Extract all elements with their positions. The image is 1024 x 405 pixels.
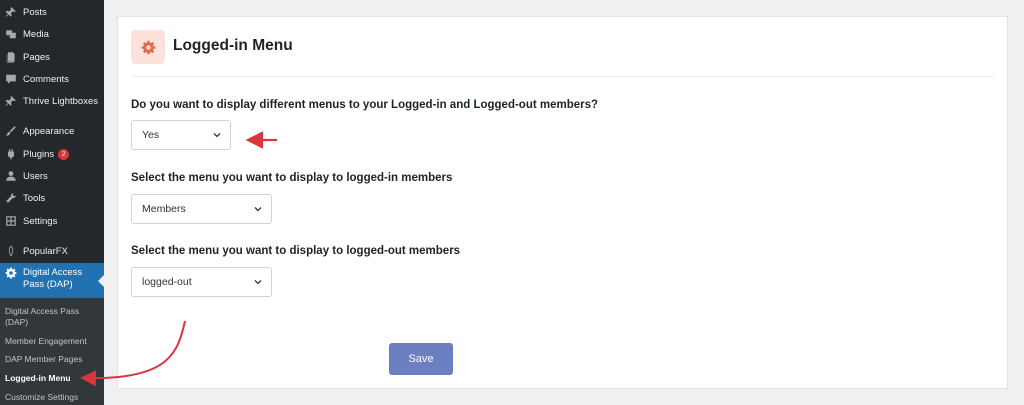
sidebar-item-users[interactable]: Users [0, 165, 104, 187]
question-logged-in-menu: Select the menu you want to display to l… [131, 172, 453, 184]
submenu-item-logged-in-menu[interactable]: Logged-in Menu [5, 373, 101, 384]
sidebar-item-posts[interactable]: Posts [0, 1, 104, 23]
gear-icon [141, 40, 156, 55]
pages-icon [5, 51, 17, 63]
active-indicator [98, 275, 104, 287]
sidebar-item-label: Comments [23, 73, 69, 85]
sidebar-item-label: Media [23, 28, 49, 40]
different-menus-select[interactable]: Yes [131, 120, 231, 150]
brush-icon [5, 125, 17, 137]
sidebar-item-label: Settings [23, 215, 58, 227]
settings-icon [5, 215, 17, 227]
sidebar-item-comments[interactable]: Comments [0, 68, 104, 90]
sidebar-item-label: Appearance [23, 125, 75, 137]
page-title: Logged-in Menu [173, 37, 293, 54]
sidebar-item-pages[interactable]: Pages [0, 46, 104, 68]
chevron-down-icon [254, 280, 262, 285]
sidebar-item-tools[interactable]: Tools [0, 187, 104, 209]
sidebar-item-popularfx[interactable]: PopularFX [0, 240, 104, 262]
header-icon-box [131, 30, 165, 64]
sidebar-item-thrive-lightboxes[interactable]: Thrive Lightboxes [0, 90, 104, 112]
header-divider [131, 76, 994, 77]
comments-icon [5, 73, 17, 85]
sidebar-item-plugins[interactable]: Plugins 2 [0, 143, 104, 165]
chevron-down-icon [213, 133, 221, 138]
leaf-icon [5, 245, 17, 257]
media-icon [5, 28, 17, 40]
gear-icon [5, 267, 17, 279]
sidebar-item-media[interactable]: Media [0, 23, 104, 45]
chevron-down-icon [254, 207, 262, 212]
wrench-icon [5, 192, 17, 204]
sidebar-item-label: Users [23, 170, 48, 182]
logged-out-menu-select[interactable]: logged-out [131, 267, 272, 297]
select-value: Members [142, 203, 186, 215]
question-logged-out-menu: Select the menu you want to display to l… [131, 245, 461, 257]
user-icon [5, 170, 17, 182]
sidebar-item-digital-access-pass[interactable]: Digital Access Pass (DAP) [0, 263, 104, 298]
logged-in-menu-select[interactable]: Members [131, 194, 272, 224]
admin-sidebar: Posts Media Pages Comments Thrive Lightb… [0, 0, 104, 405]
pin-icon [5, 95, 17, 107]
pin-icon [5, 6, 17, 18]
sidebar-item-label: Pages [23, 51, 50, 63]
select-value: Yes [142, 129, 160, 141]
question-different-menus: Do you want to display different menus t… [131, 99, 599, 111]
sidebar-item-label: Posts [23, 6, 47, 18]
sidebar-item-label: Digital Access Pass (DAP) [23, 267, 83, 290]
update-count-badge: 2 [58, 148, 70, 160]
sidebar-item-label: Thrive Lightboxes [23, 95, 98, 107]
submenu-item-customize-settings[interactable]: Customize Settings [5, 392, 101, 403]
sidebar-item-settings[interactable]: Settings [0, 210, 104, 232]
sidebar-item-label: PopularFX [23, 245, 68, 257]
sidebar-item-label: Plugins [23, 148, 55, 160]
sidebar-item-label: Tools [23, 192, 46, 204]
submenu-item-dap-member-pages[interactable]: DAP Member Pages [5, 354, 101, 365]
save-button[interactable]: Save [389, 343, 453, 375]
submenu-item-member-engagement[interactable]: Member Engagement [5, 336, 101, 347]
select-value: logged-out [142, 276, 192, 288]
dap-submenu: Digital Access Pass (DAP) Member Engagem… [0, 298, 104, 405]
settings-card: Logged-in Menu Do you want to display di… [117, 16, 1008, 389]
plugin-icon [5, 148, 17, 160]
sidebar-item-appearance[interactable]: Appearance [0, 120, 104, 142]
submenu-item-dap[interactable]: Digital Access Pass (DAP) [5, 306, 101, 328]
